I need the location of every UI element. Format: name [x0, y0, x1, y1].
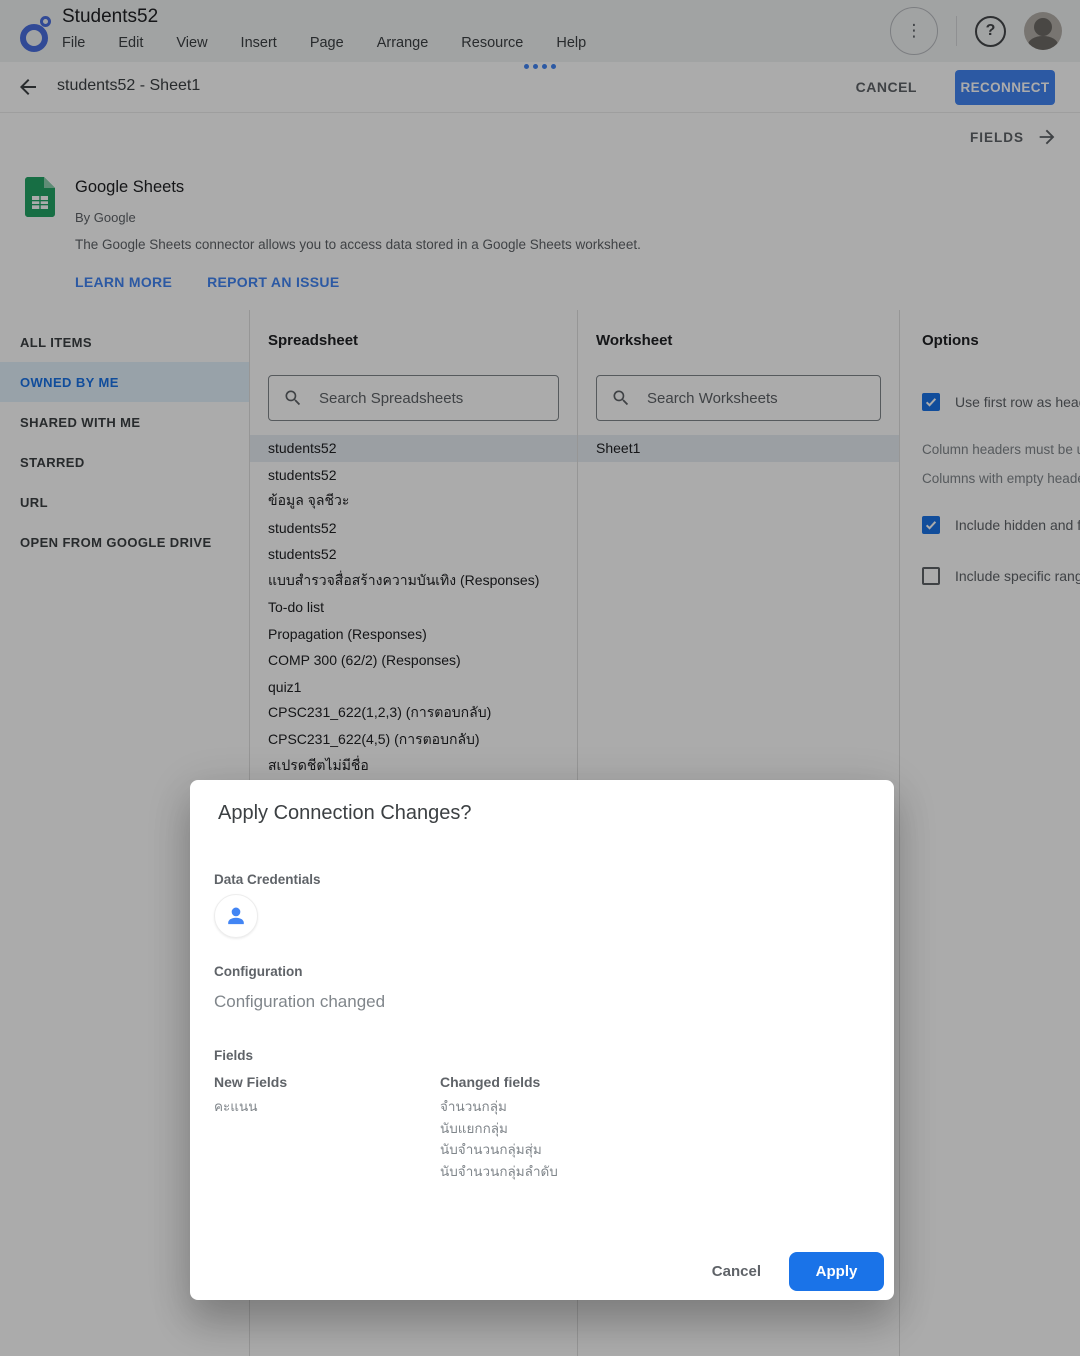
dialog-cancel-button[interactable]: Cancel: [694, 1253, 779, 1290]
credentials-avatar: [214, 894, 258, 938]
new-fields-header: New Fields: [214, 1074, 287, 1090]
dialog-apply-button[interactable]: Apply: [789, 1252, 884, 1291]
dialog-title: Apply Connection Changes?: [218, 802, 472, 825]
configuration-value: Configuration changed: [214, 992, 385, 1012]
changed-fields-header: Changed fields: [440, 1074, 540, 1090]
changed-fields-list: จำนวนกลุ่ม นับแยกกลุ่ม นับจำนวนกลุ่มสุ่ม…: [440, 1096, 558, 1182]
apply-connection-changes-dialog: Apply Connection Changes? Data Credentia…: [190, 780, 894, 1300]
person-icon: [223, 903, 249, 929]
looker-studio-connector-page: Students52 File Edit View Insert Page Ar…: [0, 0, 1080, 1356]
new-fields-list: คะแนน: [214, 1096, 257, 1118]
fields-section-label: Fields: [214, 1048, 253, 1063]
configuration-label: Configuration: [214, 964, 302, 979]
data-credentials-label: Data Credentials: [214, 872, 321, 887]
